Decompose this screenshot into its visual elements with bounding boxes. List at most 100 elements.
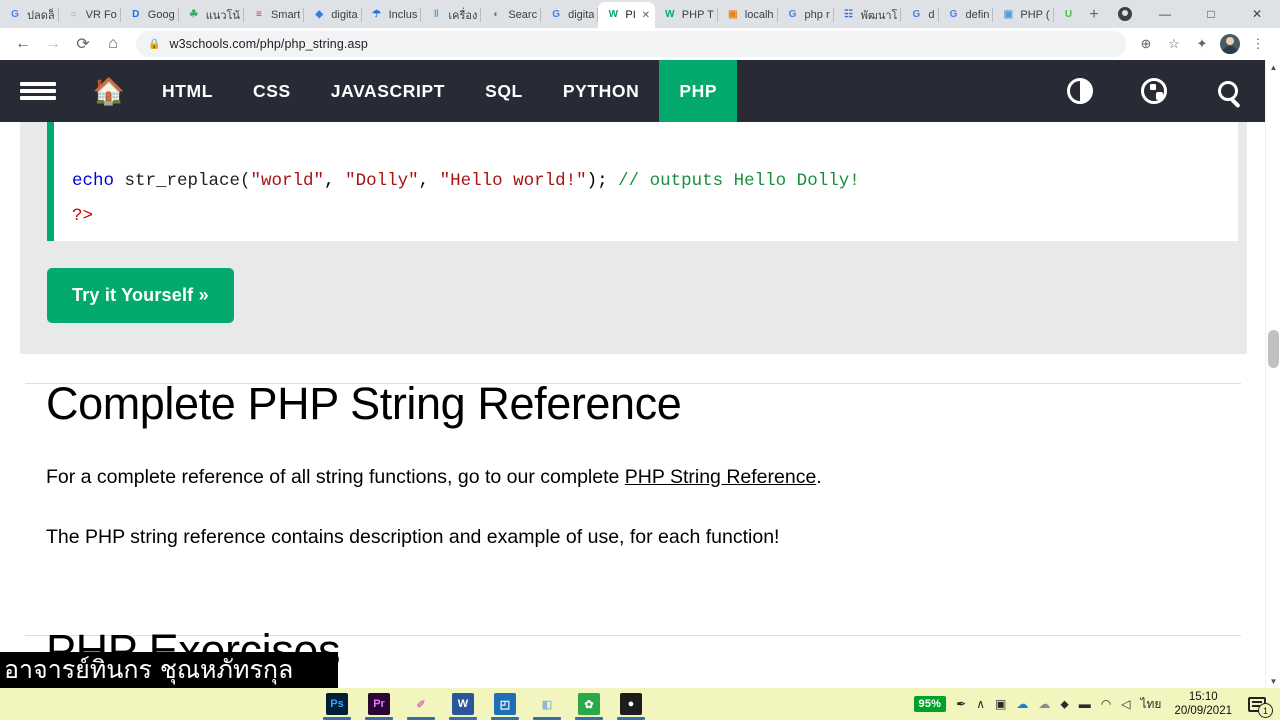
battery-percent-badge: 95% — [909, 688, 952, 720]
browser-tab[interactable]: ▣ PHP ( — [993, 2, 1054, 28]
show-hidden-icons-icon[interactable]: ∧ — [971, 688, 990, 720]
taskbar-app-paint[interactable]: ✐ — [400, 688, 442, 720]
browser-tab[interactable]: G ปลดล็ — [0, 2, 59, 28]
browser-tab[interactable]: UPHP p — [1054, 2, 1080, 28]
browser-tab[interactable]: D Goog — [121, 2, 179, 28]
tab-list: G ปลดล็ ○ VR Fo D Goog ☘ แนวโน้ ≡ Smart ◆ digita ☂ In… — [0, 0, 1080, 28]
close-tab-icon[interactable]: ✕ — [641, 10, 651, 21]
browser-tab[interactable]: Gdefin — [939, 2, 994, 28]
microphone-icon[interactable]: ⬥ — [1055, 688, 1073, 720]
caption-overlay: อาจารย์ทินกร ชุณหภัทรกุล — [0, 652, 338, 688]
browser-tab[interactable]: ○ VR Fo — [59, 2, 121, 28]
profile-indicator-icon[interactable] — [1108, 0, 1142, 28]
obs-studio-icon: ● — [620, 693, 642, 715]
browser-tab[interactable]: ≡ Smart — [244, 2, 305, 28]
taskbar-app-mendeley[interactable]: ✿ — [568, 688, 610, 720]
taskbar-app-notepad[interactable]: ◧ — [526, 688, 568, 720]
browser-tab-label: digita — [331, 9, 358, 21]
award-icon: ☘ — [189, 9, 199, 20]
language-indicator[interactable]: ไทย — [1135, 688, 1166, 720]
extensions-icon[interactable]: ✦ — [1188, 30, 1216, 58]
scroll-up-arrow[interactable]: ▲ — [1266, 60, 1280, 74]
back-button[interactable]: ← — [8, 30, 38, 58]
chart-icon: ‖ — [433, 9, 439, 20]
taskbar-clock[interactable]: 15:10 20/09/2021 — [1166, 690, 1240, 719]
taskbar-app-photos[interactable]: ◰ — [484, 688, 526, 720]
hamburger-icon[interactable] — [0, 60, 76, 122]
browser-tab-label: พัฒนาโ — [860, 10, 898, 22]
notification-count-badge: 1 — [1258, 703, 1273, 718]
maximize-button[interactable]: □ — [1188, 0, 1234, 28]
browser-tab[interactable]: ☷ พัฒนาโ — [834, 2, 902, 28]
new-tab-button[interactable]: + — [1080, 2, 1108, 28]
browser-tab[interactable]: Gphp r — [778, 2, 834, 28]
forward-button[interactable]: → — [38, 30, 68, 58]
browser-tab[interactable]: Gd — [901, 2, 939, 28]
mendeley-icon: ✿ — [578, 693, 600, 715]
close-window-button[interactable]: ✕ — [1234, 0, 1280, 28]
home-icon[interactable]: 🏠 — [76, 60, 142, 122]
webcam-icon[interactable]: ▣ — [990, 688, 1011, 720]
browser-tab[interactable]: Gdigita — [541, 2, 599, 28]
taskbar-app-word[interactable]: W — [442, 688, 484, 720]
page-heading-reference: Complete PHP String Reference — [46, 378, 682, 429]
browser-tab-label: Goog — [147, 9, 175, 21]
bookmark-star-icon[interactable]: ☆ — [1160, 30, 1188, 58]
battery-icon[interactable]: ▬ — [1074, 688, 1096, 720]
avatar[interactable] — [1216, 30, 1244, 58]
vertical-scrollbar[interactable]: ▲ ▼ — [1265, 60, 1280, 688]
volume-icon[interactable]: ◁ — [1116, 688, 1135, 720]
browser-tab[interactable]: ▣ localh — [718, 2, 778, 28]
browser-tab[interactable]: ◐ Searc — [481, 2, 542, 28]
scrollbar-thumb[interactable] — [1268, 330, 1279, 368]
clock-date: 20/09/2021 — [1174, 705, 1232, 717]
taskbar-app-premiere[interactable]: Pr — [358, 688, 400, 720]
notification-center-button[interactable]: 1 — [1240, 688, 1274, 720]
nav-item-php[interactable]: PHP — [659, 60, 738, 122]
zoom-icon[interactable]: ⊕ — [1132, 30, 1160, 58]
browser-tab[interactable]: ☘ แนวโน้ — [179, 2, 244, 28]
try-it-yourself-button[interactable]: Try it Yourself » — [47, 268, 234, 323]
circle-icon: ○ — [70, 9, 77, 20]
browser-tab[interactable]: ◆ digita — [304, 2, 362, 28]
minimize-button[interactable]: — — [1142, 0, 1188, 28]
wifi-icon[interactable]: ◠ — [1096, 688, 1116, 720]
pen-icon[interactable]: ✒ — [951, 688, 971, 720]
browser-tab[interactable]: W PI ✕ — [598, 2, 655, 28]
nav-item-css[interactable]: CSS — [233, 60, 311, 122]
php-string-reference-link[interactable]: PHP String Reference — [625, 466, 817, 488]
scroll-down-arrow[interactable]: ▼ — [1266, 674, 1280, 688]
image-icon: ▣ — [1003, 9, 1014, 20]
code-block: echo str_replace("world", "Dolly", "Hell… — [47, 115, 1238, 241]
nav-item-javascript[interactable]: JAVASCRIPT — [311, 60, 465, 122]
paragraph-text-after: . — [816, 466, 822, 488]
code-string-3: "Hello world!" — [439, 171, 587, 191]
browser-tab[interactable]: ‖ เครื่อง — [421, 2, 482, 28]
code-string-2: "Dolly" — [345, 171, 419, 191]
search-icon[interactable] — [1191, 60, 1265, 122]
taskbar-app-photoshop[interactable]: Ps — [316, 688, 358, 720]
contrast-icon[interactable] — [1043, 60, 1117, 122]
home-button[interactable]: ⌂ — [98, 30, 128, 58]
browser-menu-icon[interactable]: ⋮ — [1244, 30, 1272, 58]
cloud-icon[interactable]: ☁ — [1033, 688, 1055, 720]
globe-icon[interactable] — [1117, 60, 1191, 122]
browser-toolbar: ← → ⟳ ⌂ 🔒 w3schools.com/php/php_string.a… — [0, 28, 1280, 60]
browser-tab[interactable]: ☂ Inclus — [362, 2, 422, 28]
browser-tab-label: Inclus — [388, 9, 418, 21]
reload-button[interactable]: ⟳ — [68, 30, 98, 58]
taskbar-app-list: Ps Pr ✐ W ◰ ◧ ✿ ● — [0, 688, 652, 720]
nav-item-python[interactable]: PYTHON — [543, 60, 660, 122]
nav-item-sql[interactable]: SQL — [465, 60, 543, 122]
browser-tab[interactable]: W PHP T — [655, 2, 718, 28]
browser-tab-label: แนวโน้ — [205, 10, 240, 22]
nav-item-html[interactable]: HTML — [142, 60, 233, 122]
taskbar-app-obs-studio[interactable]: ● — [610, 688, 652, 720]
code-keyword: echo — [72, 171, 115, 191]
address-bar[interactable]: 🔒 w3schools.com/php/php_string.asp — [136, 31, 1126, 57]
onedrive-icon[interactable]: ☁ — [1011, 688, 1033, 720]
google-icon: G — [552, 9, 560, 20]
w3schools-navbar: 🏠 HTML CSS JAVASCRIPT SQL PYTHON PHP — [0, 60, 1265, 122]
example-block: echo str_replace("world", "Dolly", "Hell… — [20, 115, 1247, 354]
